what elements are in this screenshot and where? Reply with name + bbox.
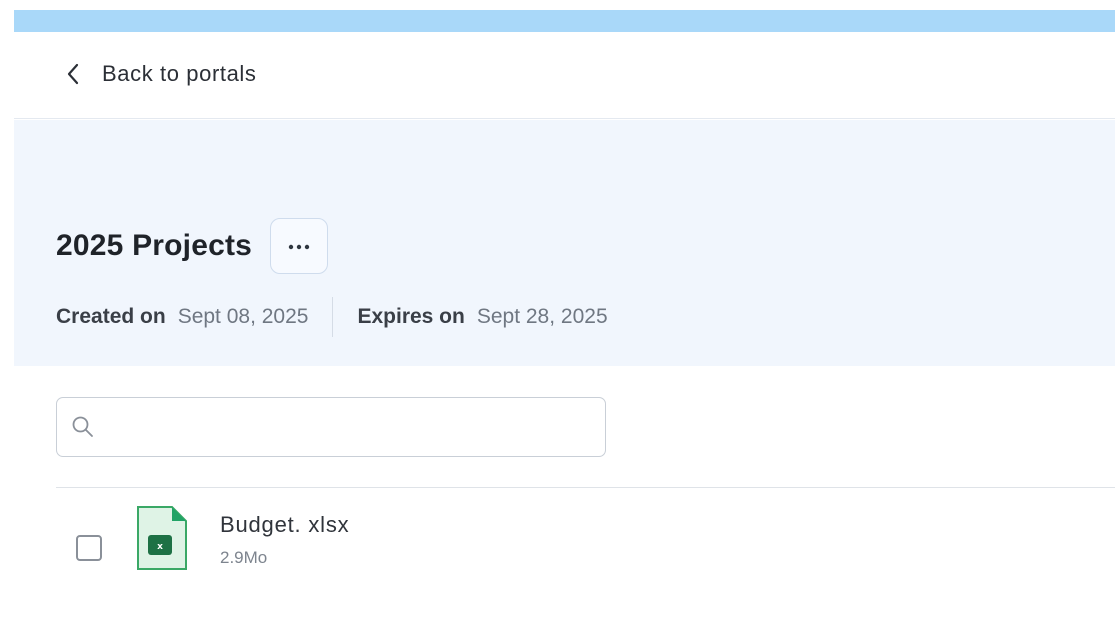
back-to-portals-link[interactable]: Back to portals [66, 58, 257, 90]
search-field[interactable] [56, 397, 606, 457]
back-link-label: Back to portals [102, 61, 257, 86]
navigation-bar: Back to portals [14, 32, 1115, 119]
portal-page: Back to portals 2025 Projects Created on… [14, 10, 1115, 640]
search-input[interactable] [107, 408, 591, 448]
created-label: Created on [56, 305, 166, 328]
chevron-left-icon [66, 62, 80, 86]
expires-date: Sept 28, 2025 [476, 305, 608, 328]
page-title: 2025 Projects [56, 229, 253, 262]
created-date: Sept 08, 2025 [177, 305, 309, 328]
svg-text:x: x [157, 542, 163, 552]
portal-dates: Created on Sept 08, 2025 Expires on Sept… [56, 297, 608, 337]
file-size: 2.9Mo [220, 548, 268, 567]
search-icon [71, 415, 95, 444]
file-name[interactable]: Budget. xlsx [220, 512, 349, 538]
file-select-checkbox[interactable] [76, 535, 102, 561]
top-accent-bar [14, 10, 1115, 32]
more-options-button[interactable] [270, 218, 329, 274]
excel-file-icon: x [136, 505, 188, 576]
expires-label: Expires on [357, 305, 465, 328]
ellipsis-icon [288, 237, 310, 255]
file-list-item[interactable]: x Budget. xlsx 2.9Mo [56, 500, 1115, 580]
portal-header: 2025 Projects Created on Sept 08, 2025 E… [14, 120, 1115, 366]
dates-divider [332, 297, 334, 337]
list-divider [56, 487, 1115, 488]
title-row: 2025 Projects [56, 218, 329, 274]
